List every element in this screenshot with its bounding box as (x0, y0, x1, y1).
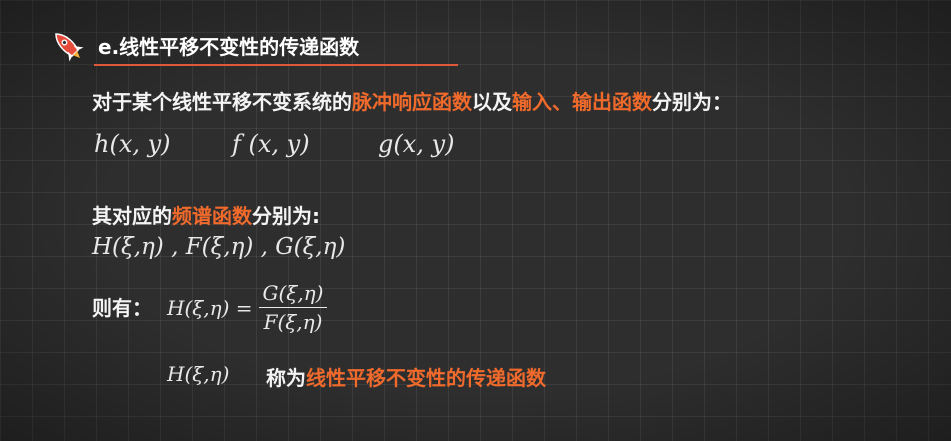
intro-text-a: 对于某个线性平移不变系统的 (92, 90, 352, 114)
heading-title: e.线性平移不变性的传递函数 (94, 29, 458, 66)
function-f: f (x, y) (232, 130, 310, 158)
rocket-icon (55, 33, 84, 62)
intro-text-e: 分别为： (652, 90, 732, 114)
equation-lhs: H(ξ,η) = (167, 295, 253, 320)
conclusion-sentence: 称为线性平移不变性的传递函数 (266, 362, 546, 391)
transfer-equation: H(ξ,η) = G(ξ,η) F(ξ,η) (167, 281, 328, 334)
equation-fraction: G(ξ,η) F(ξ,η) (258, 281, 328, 334)
spectrum-sentence: 其对应的频谱函数分别为: (92, 200, 320, 229)
intro-sentence: 对于某个线性平移不变系统的脉冲响应函数以及输入、输出函数分别为： (92, 86, 732, 115)
conclusion-highlight: 线性平移不变性的传递函数 (306, 366, 546, 390)
section-heading: e.线性平移不变性的传递函数 (48, 26, 458, 66)
conclusion-text-a: 称为 (266, 366, 306, 390)
spectrum-text-a: 其对应的 (92, 204, 172, 228)
equation-numerator: G(ξ,η) (258, 281, 328, 308)
transfer-symbol: H(ξ,η) (167, 362, 230, 386)
intro-highlight-io: 输入、输出函数 (512, 90, 652, 114)
function-g: g(x, y) (378, 130, 455, 158)
equation-denominator: F(ξ,η) (263, 310, 323, 334)
intro-highlight-impulse: 脉冲响应函数 (352, 90, 472, 114)
function-h: h(x, y) (94, 130, 171, 158)
then-label: 则有： (92, 296, 152, 320)
spectrum-highlight: 频谱函数 (172, 204, 252, 228)
spectra-formula: H(ξ,η) , F(ξ,η) , G(ξ,η) (92, 234, 346, 260)
intro-text-c: 以及 (472, 90, 512, 114)
spectrum-text-c: 分别为: (252, 204, 320, 228)
